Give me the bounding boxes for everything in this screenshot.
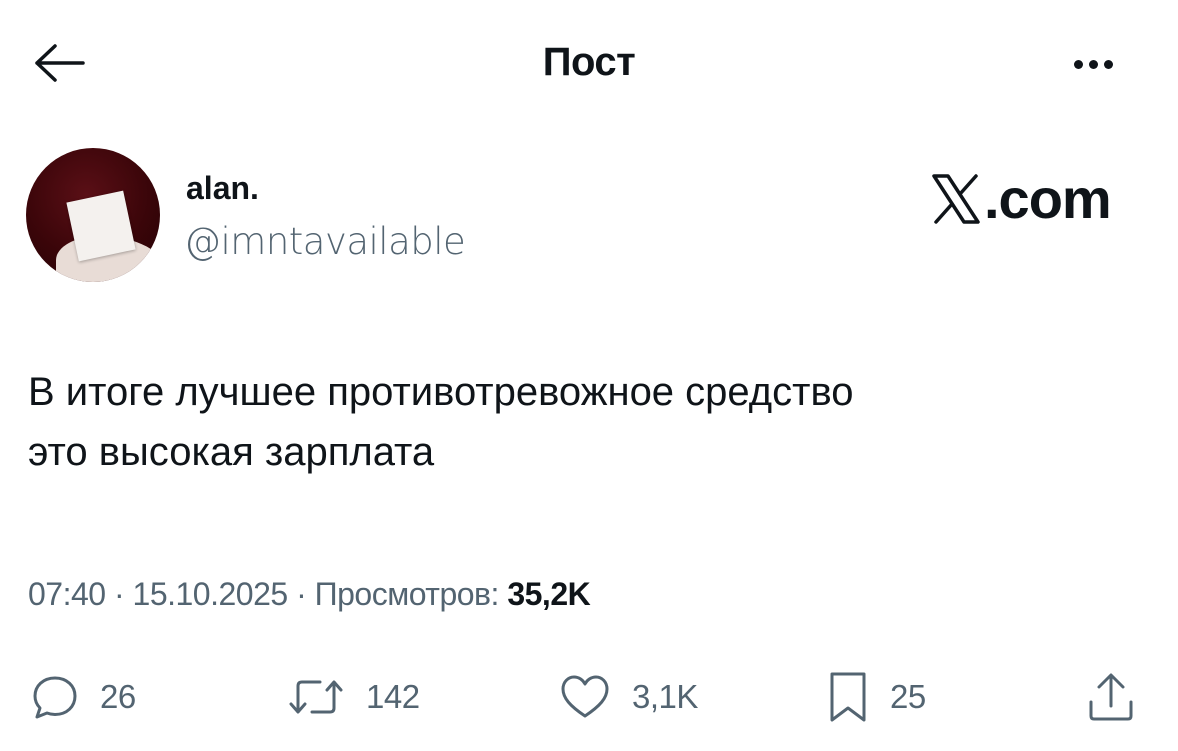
bookmark-button[interactable]: 25 xyxy=(826,662,926,732)
page-title: Пост xyxy=(542,40,636,84)
tweet-text: В итоге лучшее противотревожное средство… xyxy=(28,362,1138,482)
user-handle[interactable]: @imntavailable xyxy=(184,220,466,263)
author-block: alan. @imntavailable .com xyxy=(26,148,1146,288)
reply-count: 26 xyxy=(100,678,136,715)
views-label: Просмотров: xyxy=(314,576,500,612)
repost-icon xyxy=(289,680,343,714)
repost-button[interactable]: 142 xyxy=(286,662,420,732)
like-button[interactable]: 3,1K xyxy=(558,662,698,732)
separator: · xyxy=(296,576,307,612)
avatar[interactable] xyxy=(26,148,160,282)
tweet-text-line: В итоге лучшее противотревожное средство xyxy=(28,370,854,414)
more-options-button[interactable] xyxy=(1060,44,1126,84)
more-horizontal-icon xyxy=(1071,59,1116,69)
x-com-watermark: .com xyxy=(930,166,1112,231)
tweet-meta: 07:40 · 15.10.2025 · Просмотров: 35,2K xyxy=(28,576,591,613)
reply-button[interactable]: 26 xyxy=(30,662,136,732)
display-name[interactable]: alan. xyxy=(186,170,259,207)
heart-icon xyxy=(561,675,609,718)
bookmark-icon xyxy=(830,672,866,722)
like-count: 3,1K xyxy=(632,678,698,715)
top-bar: Пост xyxy=(0,0,1178,125)
watermark-text: .com xyxy=(984,167,1112,230)
reply-icon xyxy=(33,676,77,719)
bookmark-count: 25 xyxy=(890,678,926,715)
share-button[interactable] xyxy=(1086,662,1136,732)
share-icon xyxy=(1089,673,1133,721)
action-bar: 26 142 3,1K 25 xyxy=(0,662,1178,732)
separator: · xyxy=(113,576,125,612)
tweet-text-line: это высокая зарплата xyxy=(28,430,435,474)
views-count[interactable]: 35,2K xyxy=(507,576,590,612)
repost-count: 142 xyxy=(366,678,420,715)
tweet-date[interactable]: 15.10.2025 xyxy=(133,576,289,612)
x-logo-icon xyxy=(932,174,980,224)
tweet-time[interactable]: 07:40 xyxy=(28,576,106,612)
